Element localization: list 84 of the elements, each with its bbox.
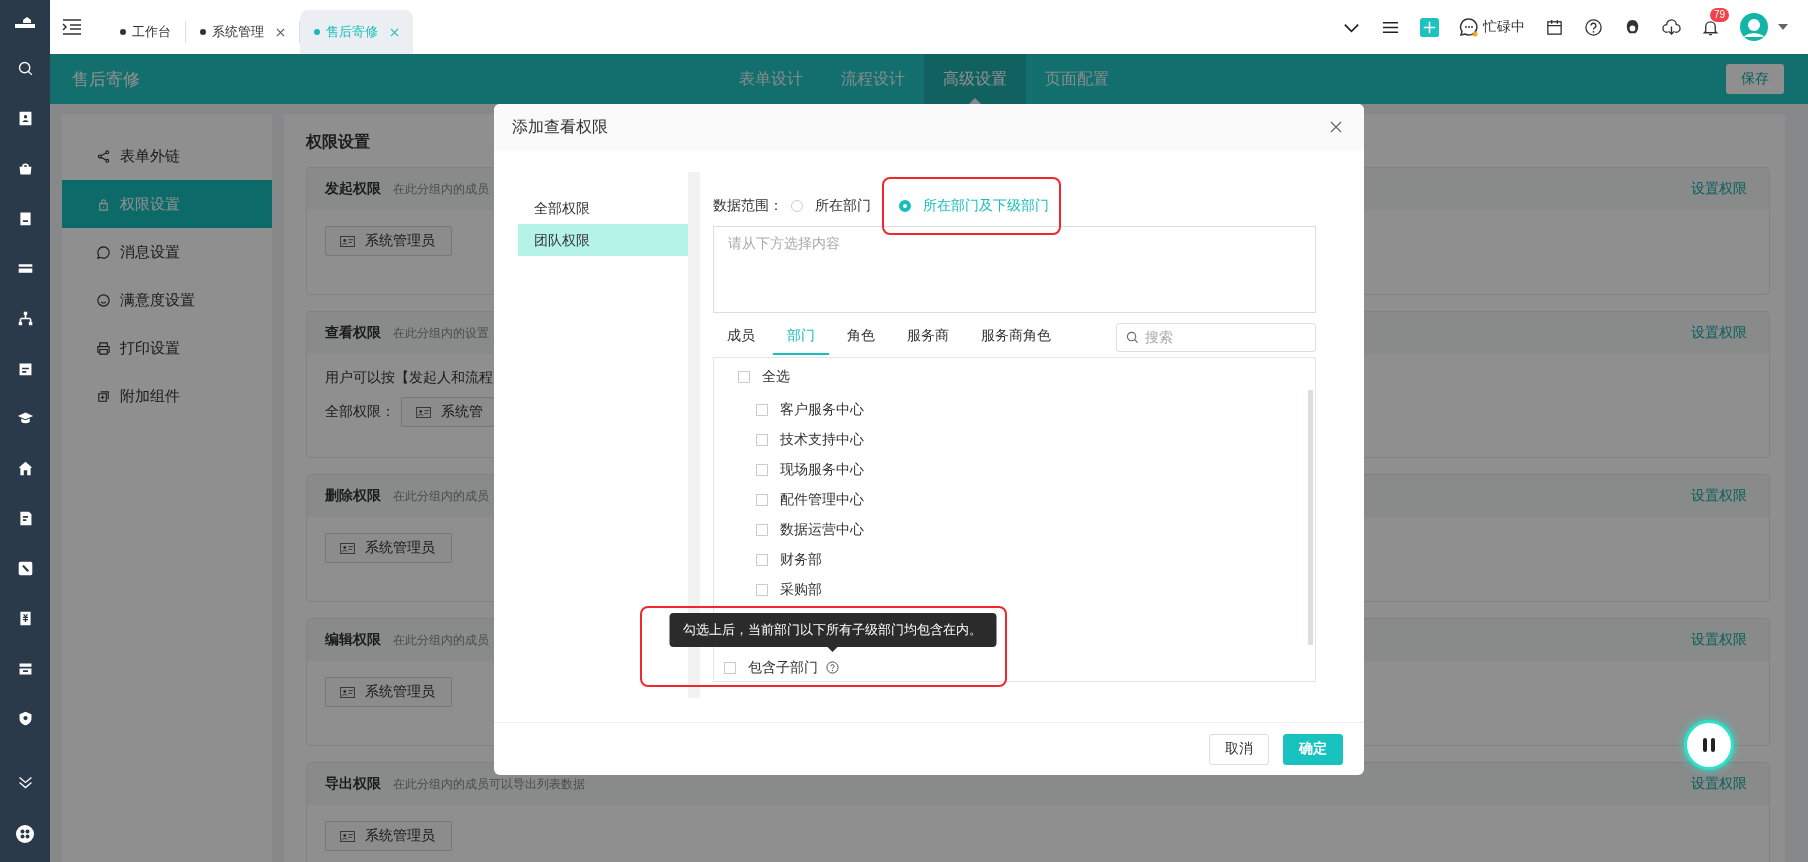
department-label[interactable]: 数据运营中心 (780, 521, 864, 539)
page-heading: 权限设置 (306, 132, 371, 151)
radio-button[interactable] (899, 200, 911, 212)
scope-menu-item[interactable]: 团队权限 (518, 224, 688, 256)
checkbox[interactable] (756, 584, 768, 596)
printer-icon (96, 340, 111, 356)
checkbox-label[interactable]: 包含子部门 (748, 658, 818, 677)
id-card-icon (416, 406, 431, 418)
lock-icon (96, 196, 111, 212)
scrollbar[interactable] (1308, 390, 1313, 645)
dialog-title: 添加查看权限 (512, 116, 608, 137)
checkbox-label[interactable]: 全选 (762, 368, 790, 386)
department-label[interactable]: 采购部 (780, 581, 822, 599)
id-card-icon (340, 830, 355, 842)
calendar-icon[interactable] (1545, 17, 1564, 37)
member-name: 系统管理员 (365, 232, 435, 250)
search-icon (1126, 330, 1139, 344)
member-name: 系统管理员 (365, 683, 435, 701)
scope-menu-item[interactable]: 全部权限 (518, 192, 688, 224)
cancel-button[interactable]: 取消 (1209, 733, 1269, 765)
checkbox[interactable] (756, 524, 768, 536)
scope-label: 全部权限： (325, 403, 395, 421)
range-label: 数据范围： (713, 197, 783, 215)
id-card-icon (340, 686, 355, 698)
category-tab[interactable]: 角色 (833, 319, 889, 355)
cloud-download-icon[interactable] (1662, 17, 1681, 37)
checkbox[interactable] (724, 661, 736, 674)
search-field[interactable]: 搜索 (1116, 322, 1316, 352)
settings-menu-item[interactable]: 消息设置 (62, 228, 272, 276)
apps-icon[interactable] (15, 824, 35, 844)
dot-icon (200, 29, 206, 35)
checkbox[interactable] (738, 371, 750, 383)
selection-field[interactable]: 请从下方选择内容 (713, 226, 1316, 313)
share-icon (96, 148, 111, 164)
settings-menu-item[interactable]: 附加组件 (62, 372, 272, 420)
member-name: 系统管 (441, 403, 483, 421)
close-icon[interactable] (276, 27, 285, 37)
checkbox[interactable] (756, 404, 768, 416)
department-label[interactable]: 现场服务中心 (780, 461, 864, 479)
settings-menu-item[interactable]: 表单外链 (62, 132, 272, 180)
department-label[interactable]: 配件管理中心 (780, 491, 864, 509)
card-title: 查看权限 (325, 324, 381, 342)
settings-menu-item[interactable]: 满意度设置 (62, 276, 272, 324)
search-icon[interactable] (16, 60, 34, 77)
caret-icon[interactable] (1778, 24, 1788, 30)
chat-icon (96, 244, 111, 260)
double-chevron-icon[interactable] (16, 774, 34, 791)
department-label[interactable]: 客户服务中心 (780, 401, 864, 419)
radio-label[interactable]: 所在部门 (815, 197, 871, 215)
logo-icon (13, 14, 37, 30)
dot-icon (120, 29, 126, 35)
id-card-icon (340, 235, 355, 247)
app-title: 售后寄修 (72, 68, 140, 91)
help-icon[interactable] (1584, 17, 1603, 37)
settings-menu-item[interactable]: 打印设置 (62, 324, 272, 372)
page-tab[interactable]: 系统管理 (186, 10, 299, 54)
house-icon[interactable] (16, 460, 34, 477)
category-tab[interactable]: 服务商 (893, 319, 963, 355)
menu-toggle-icon[interactable] (62, 19, 82, 35)
close-icon[interactable] (1330, 121, 1342, 133)
department-label[interactable]: 财务部 (780, 551, 822, 569)
department-label[interactable]: 技术支持中心 (780, 431, 864, 449)
org-chart-icon[interactable] (16, 310, 34, 327)
category-tab[interactable]: 成员 (713, 319, 769, 355)
card-title: 导出权限 (325, 775, 381, 793)
member-name: 系统管理员 (365, 827, 435, 845)
page-tab[interactable]: 工作台 (106, 10, 185, 54)
card-note: 用户可以按【发起人和流程 (325, 368, 493, 387)
checkbox[interactable] (756, 464, 768, 476)
status-button[interactable]: 忙碌中 (1459, 17, 1525, 37)
card-title: 发起权限 (325, 180, 381, 198)
checkbox[interactable] (756, 494, 768, 506)
card-title: 删除权限 (325, 487, 381, 505)
category-tab[interactable]: 服务商角色 (967, 319, 1065, 355)
member-name: 系统管理员 (365, 539, 435, 557)
dot-icon (314, 29, 320, 35)
avatar[interactable] (1740, 13, 1768, 41)
smile-icon (96, 292, 111, 308)
notification-badge: 79 (1710, 7, 1730, 22)
id-card-icon (340, 542, 355, 554)
checkbox[interactable] (756, 434, 768, 446)
chat-icon (1459, 17, 1479, 37)
checkbox[interactable] (756, 554, 768, 566)
card-title: 编辑权限 (325, 631, 381, 649)
